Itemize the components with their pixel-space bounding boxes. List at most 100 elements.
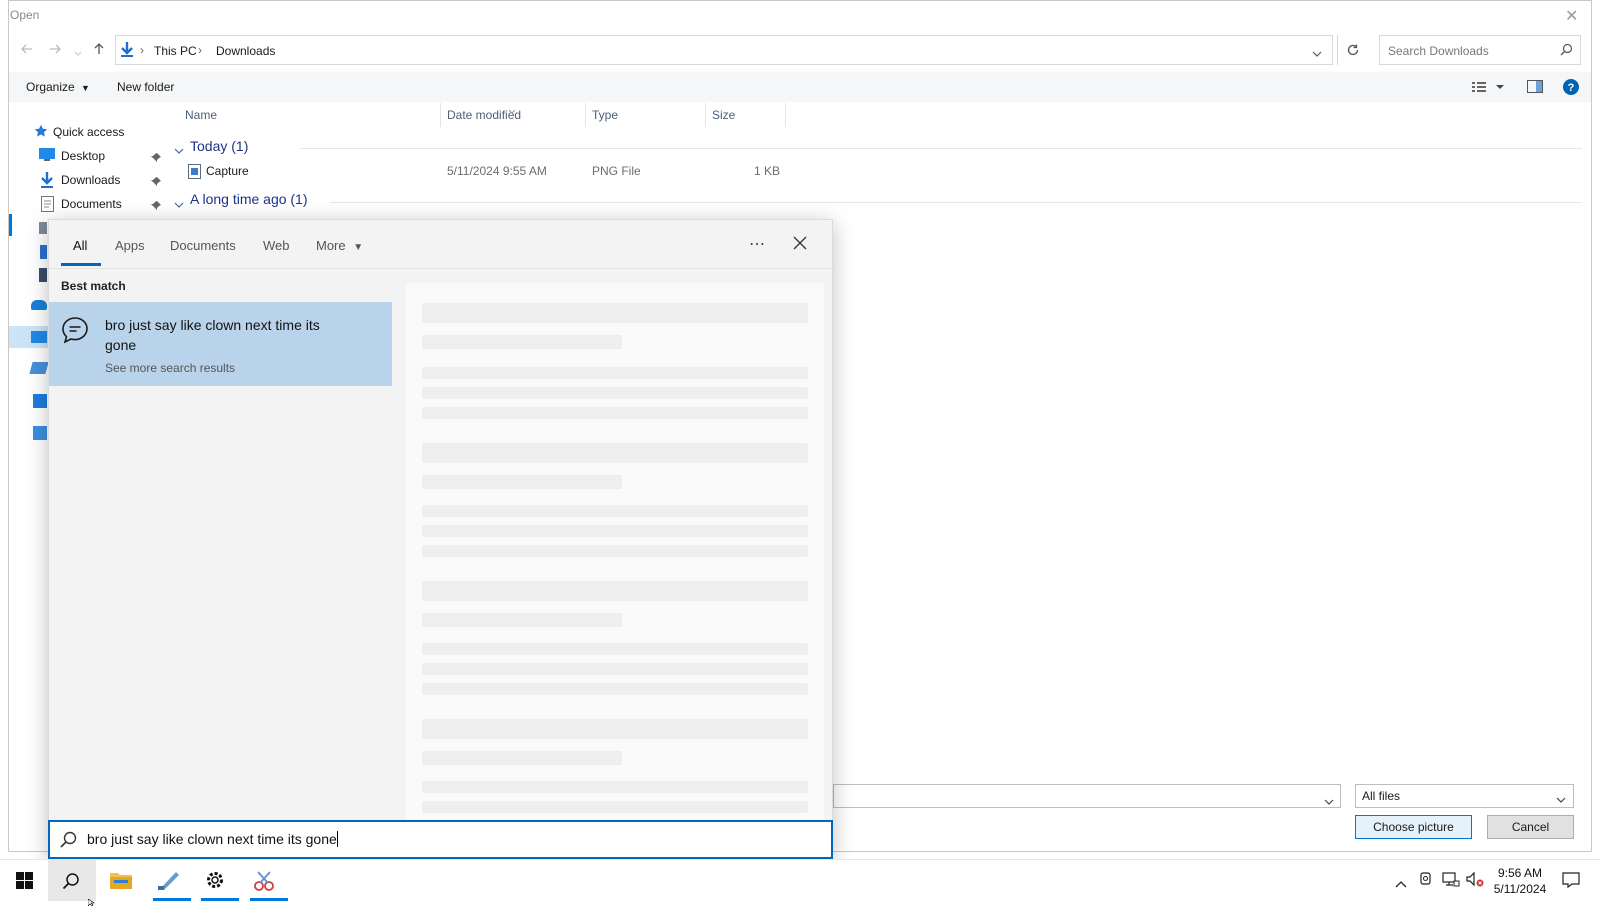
search-downloads-field[interactable]: Search Downloads [1379, 35, 1581, 65]
search-input[interactable]: bro just say like clown next time its go… [48, 820, 833, 859]
network-icon[interactable] [1442, 872, 1460, 893]
quick-access-star-icon [34, 124, 48, 143]
column-header-size[interactable]: Size [712, 108, 735, 122]
image-editor-app-icon[interactable] [158, 870, 180, 895]
recent-locations-chevron-icon[interactable] [74, 45, 82, 61]
drive-icon [29, 362, 49, 374]
search-downloads-placeholder: Search Downloads [1388, 44, 1489, 58]
this-pc-icon [31, 331, 47, 343]
skeleton-bar [422, 613, 622, 627]
new-folder-button[interactable]: New folder [117, 80, 174, 94]
choose-picture-button[interactable]: Choose picture [1355, 815, 1472, 839]
search-query-text: bro just say like clown next time its go… [87, 831, 337, 847]
group-header-today[interactable]: Today (1) [190, 138, 248, 154]
onedrive-icon [31, 300, 47, 310]
search-input-value: bro just say like clown next time its go… [87, 831, 338, 847]
skeleton-bar [422, 475, 622, 489]
close-icon[interactable] [793, 236, 807, 255]
refresh-icon[interactable] [1346, 43, 1360, 62]
view-options-icon[interactable] [1472, 80, 1508, 98]
column-separator [785, 103, 786, 127]
skeleton-bar [422, 801, 808, 813]
preview-pane-icon[interactable] [1527, 80, 1543, 98]
organize-button[interactable]: Organize ▼ [26, 80, 90, 94]
address-dropdown-chevron-icon[interactable] [1312, 45, 1322, 63]
settings-gear-icon[interactable] [205, 870, 225, 895]
skeleton-bar [422, 719, 808, 739]
snipping-tool-icon[interactable] [253, 870, 277, 897]
organize-label: Organize [26, 80, 75, 94]
nav-scroll-indicator [9, 214, 12, 236]
column-separator [585, 103, 586, 127]
up-arrow-icon[interactable] [92, 42, 106, 61]
search-icon [1560, 43, 1573, 61]
dropdown-caret-icon: ▼ [353, 242, 364, 253]
group-collapse-chevron-icon[interactable] [174, 196, 184, 214]
skeleton-bar [422, 443, 808, 463]
address-divider [1337, 35, 1338, 65]
file-name-input[interactable] [833, 784, 1341, 808]
nav-item-documents[interactable]: Documents [61, 197, 122, 211]
column-separator [705, 103, 706, 127]
more-options-icon[interactable]: ⋯ [749, 234, 765, 254]
search-icon [62, 872, 80, 895]
tab-more-label: More [316, 238, 346, 253]
skeleton-bar [422, 525, 808, 537]
documents-icon [41, 196, 54, 217]
help-icon[interactable]: ? [1563, 79, 1579, 100]
nav-item-desktop[interactable]: Desktop [61, 149, 105, 163]
forward-arrow-icon[interactable] [48, 42, 62, 59]
pin-icon [151, 150, 161, 168]
column-header-type[interactable]: Type [592, 108, 618, 122]
taskbar-clock-date[interactable]: 5/11/2024 [1480, 882, 1560, 896]
see-more-results-link[interactable]: See more search results [105, 361, 235, 375]
videos-icon [39, 268, 47, 282]
notifications-icon[interactable] [1562, 872, 1580, 893]
tab-more[interactable]: More ▼ [316, 238, 363, 253]
group-rule [300, 148, 1582, 149]
search-icon [60, 831, 77, 853]
tab-documents[interactable]: Documents [170, 238, 236, 253]
dialog-close-button[interactable]: ✕ [1565, 6, 1578, 26]
skeleton-bar [422, 581, 808, 601]
taskbar-clock-time[interactable]: 9:56 AM [1480, 866, 1560, 880]
best-match-result[interactable]: bro just say like clown next time its go… [49, 302, 392, 386]
show-hidden-icons-chevron-icon[interactable] [1395, 875, 1407, 893]
result-preview-placeholder [406, 283, 824, 860]
file-type: PNG File [592, 164, 641, 178]
command-toolbar [9, 72, 1591, 102]
tab-web[interactable]: Web [263, 238, 290, 253]
file-date: 5/11/2024 9:55 AM [447, 164, 547, 178]
nav-quick-access[interactable]: Quick access [53, 125, 124, 139]
skeleton-bar [422, 407, 808, 419]
file-name-capture[interactable]: Capture [206, 164, 249, 178]
file-type-select[interactable]: All files [1355, 784, 1574, 808]
skeleton-bar [422, 643, 808, 655]
back-arrow-icon[interactable] [20, 42, 34, 59]
tab-all[interactable]: All [73, 238, 87, 253]
meet-now-camera-icon[interactable] [1419, 872, 1433, 891]
group-header-long-ago[interactable]: A long time ago (1) [190, 191, 308, 207]
breadcrumb-downloads[interactable]: Downloads [216, 44, 275, 58]
desktop-icon [39, 148, 55, 167]
flyout-tabs-divider [49, 268, 834, 269]
dropdown-caret-icon: ▼ [81, 83, 90, 93]
column-header-name[interactable]: Name [185, 108, 217, 122]
group-collapse-chevron-icon[interactable] [174, 142, 184, 160]
skeleton-bar [422, 335, 622, 349]
skeleton-bar [422, 387, 808, 399]
cancel-button[interactable]: Cancel [1487, 815, 1574, 839]
windows-start-icon[interactable] [16, 872, 33, 894]
file-explorer-icon[interactable] [110, 871, 132, 894]
address-bar[interactable] [115, 35, 1333, 65]
text-caret [336, 831, 338, 847]
tab-apps[interactable]: Apps [115, 238, 145, 253]
nav-item-downloads[interactable]: Downloads [61, 173, 120, 187]
file-type-chevron-icon [1556, 793, 1566, 807]
breadcrumb-this-pc[interactable]: This PC [154, 44, 197, 58]
downloads-icon [40, 172, 54, 193]
breadcrumb-separator: › [198, 43, 202, 57]
filename-dropdown-chevron-icon[interactable] [1324, 793, 1334, 811]
pictures-icon [39, 222, 47, 234]
music-icon [40, 245, 47, 259]
